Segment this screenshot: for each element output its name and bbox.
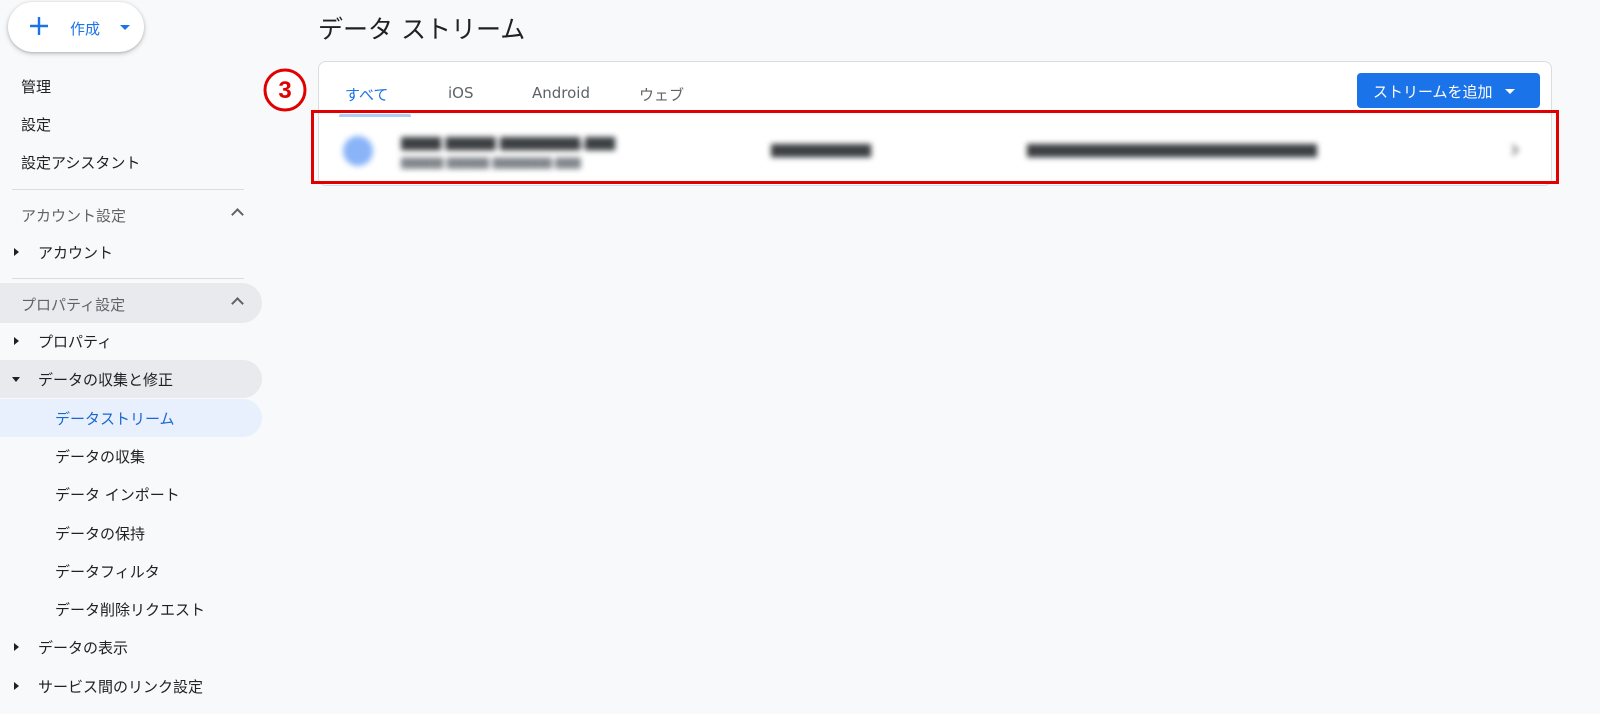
expand-arrow-icon — [14, 337, 19, 345]
sidebar-item-property[interactable]: プロパティ — [0, 322, 262, 360]
tab-web[interactable]: ウェブ — [639, 84, 684, 105]
tab-ios[interactable]: iOS — [448, 84, 474, 102]
sidebar-item-label: サービス間のリンク設定 — [38, 677, 204, 696]
expand-arrow-icon — [14, 248, 19, 256]
sidebar-item-label: データフィルタ — [55, 562, 160, 581]
create-button-label: 作成 — [70, 20, 101, 38]
sidebar-item-data-filters[interactable]: データフィルタ — [0, 552, 262, 590]
step-number-marker: 3 — [263, 68, 307, 112]
caret-down-icon — [1505, 89, 1515, 94]
sidebar-item-data-display[interactable]: データの表示 — [0, 628, 262, 666]
sidebar-item-label: 設定アシスタント — [21, 153, 141, 172]
sidebar-item-data-streams[interactable]: データストリーム — [0, 399, 262, 437]
chevron-up-icon — [231, 208, 244, 221]
sidebar-item-data-retention[interactable]: データの保持 — [0, 514, 262, 552]
sidebar-item-data-deletion-requests[interactable]: データ削除リクエスト — [0, 590, 262, 628]
sidebar-item-label: プロパティ — [38, 332, 113, 351]
highlight-box — [311, 110, 1559, 184]
sidebar-item-label: データ インポート — [55, 485, 180, 504]
chevron-up-icon — [231, 297, 244, 310]
collapse-arrow-icon — [12, 377, 20, 382]
sidebar-item-data-import[interactable]: データ インポート — [0, 475, 262, 513]
sidebar-item-data-collection-modification[interactable]: データの収集と修正 — [0, 360, 262, 398]
step-number: 3 — [278, 77, 291, 104]
sidebar-item-label: データの保持 — [55, 524, 146, 543]
sidebar-item-label: 管理 — [21, 77, 52, 96]
section-heading: アカウント設定 — [21, 207, 127, 225]
sidebar-item-data-collection[interactable]: データの収集 — [0, 437, 262, 475]
sidebar-item-label: アカウント — [38, 243, 114, 262]
sidebar-divider — [12, 278, 244, 279]
sidebar-item-admin[interactable]: 管理 — [0, 67, 262, 105]
section-account-settings[interactable]: アカウント設定 — [0, 194, 262, 234]
tab-android[interactable]: Android — [532, 84, 590, 102]
sidebar-item-label: データストリーム — [55, 409, 175, 428]
expand-arrow-icon — [14, 643, 19, 651]
sidebar-item-label: データの表示 — [38, 638, 129, 657]
sidebar-item-account[interactable]: アカウント — [0, 233, 262, 271]
sidebar: 作成 管理 設定 設定アシスタント アカウント設定 アカウント プロパティ設定 … — [0, 0, 270, 714]
add-stream-button-label: ストリームを追加 — [1373, 83, 1493, 101]
sidebar-divider — [12, 189, 244, 190]
tab-all[interactable]: すべて — [345, 84, 388, 105]
sidebar-item-settings[interactable]: 設定 — [0, 105, 262, 143]
section-heading: プロパティ設定 — [21, 296, 126, 314]
section-property-settings[interactable]: プロパティ設定 — [0, 283, 262, 323]
sidebar-item-label: データの収集と修正 — [38, 370, 174, 389]
caret-down-icon — [120, 25, 130, 30]
sidebar-item-label: データ削除リクエスト — [55, 600, 206, 619]
sidebar-item-label: 設定 — [21, 115, 52, 134]
page-title: データ ストリーム — [318, 15, 526, 44]
plus-icon — [30, 17, 48, 35]
sidebar-item-label: データの収集 — [55, 447, 146, 466]
add-stream-button[interactable]: ストリームを追加 — [1357, 73, 1540, 108]
create-button[interactable]: 作成 — [8, 2, 144, 52]
expand-arrow-icon — [14, 682, 19, 690]
sidebar-item-setup-assistant[interactable]: 設定アシスタント — [0, 143, 262, 181]
sidebar-item-product-links[interactable]: サービス間のリンク設定 — [0, 667, 262, 705]
